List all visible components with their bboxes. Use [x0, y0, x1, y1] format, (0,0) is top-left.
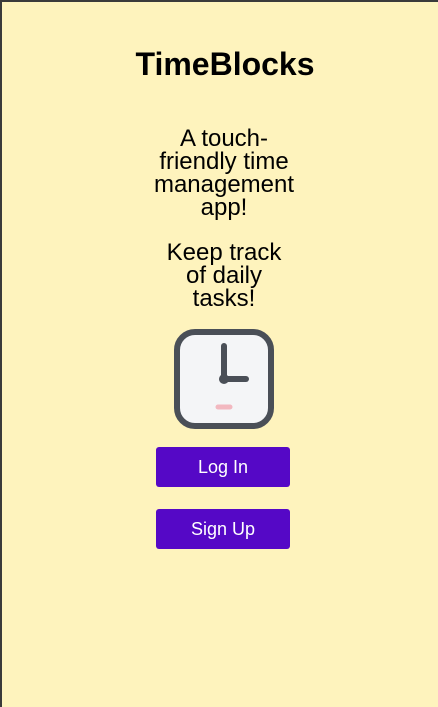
- subtagline: Keep track of daily tasks!: [166, 239, 282, 312]
- tagline: A touch-friendly time management app!: [153, 125, 295, 221]
- landing-screen: TimeBlocks A touch-friendly time managem…: [2, 2, 438, 707]
- clock-icon: [174, 329, 274, 429]
- app-title: TimeBlocks: [135, 46, 315, 82]
- signup-button[interactable]: Sign Up: [156, 509, 290, 549]
- login-button[interactable]: Log In: [156, 447, 290, 487]
